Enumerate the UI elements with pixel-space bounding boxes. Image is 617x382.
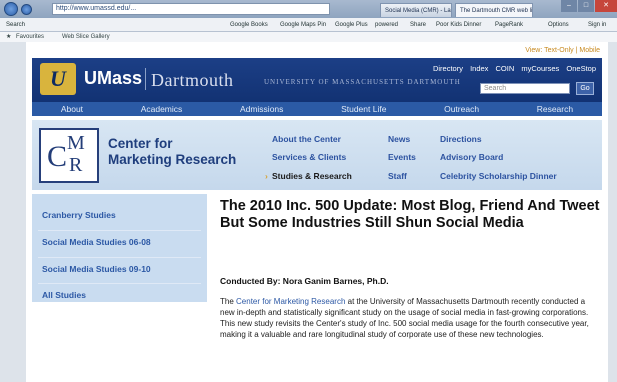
cmr-link[interactable]: Center for Marketing Research (236, 297, 345, 306)
article-byline: Conducted By: Nora Ganim Barnes, Ph.D. (220, 276, 389, 286)
umass-logo[interactable]: U (40, 63, 76, 95)
minimize-icon[interactable]: – (561, 0, 577, 12)
sidebar-item-all-studies[interactable]: All Studies (42, 290, 86, 300)
toolbar-item[interactable]: Sign in (588, 18, 606, 31)
cmr-logo[interactable]: C M R (39, 128, 99, 183)
cmr-nav-staff[interactable]: Staff (388, 171, 407, 181)
cmr-logo-r: R (69, 154, 83, 176)
util-link-mycourses[interactable]: myCourses (521, 64, 559, 73)
text-only-mobile-link[interactable]: View: Text-Only | Mobile (525, 47, 600, 54)
browser-tab-active[interactable]: The Dartmouth CMR web link... (455, 3, 533, 17)
divider (38, 230, 201, 231)
toolbar: Search Google Books Google Maps Pin Goog… (0, 18, 617, 32)
favorites-bar: ★ Favourites Web Slice Gallery (0, 32, 617, 42)
utility-links: Directory Index COIN myCourses OneStop (428, 64, 596, 73)
toolbar-item[interactable]: Google Maps Pin (280, 18, 326, 31)
web-page: View: Text-Only | Mobile U UMass Dartmou… (26, 42, 608, 382)
article-body: The Center for Marketing Research at the… (220, 296, 598, 340)
cmr-nav-studies[interactable]: Studies & Research (265, 171, 352, 181)
nav-admissions[interactable]: Admissions (240, 104, 283, 114)
divider (145, 68, 146, 90)
nav-academics[interactable]: Academics (141, 104, 183, 114)
util-link-index[interactable]: Index (470, 64, 488, 73)
toolbar-item[interactable]: Options (548, 18, 569, 31)
divider (38, 257, 201, 258)
divider (38, 283, 201, 284)
favorites-item[interactable]: Web Slice Gallery (62, 32, 110, 42)
address-bar[interactable]: http://www.umassd.edu/... (52, 3, 330, 15)
cmr-nav-directions[interactable]: Directions (440, 134, 482, 144)
cmr-nav-services[interactable]: Services & Clients (272, 152, 346, 162)
cmr-nav-celebrity[interactable]: Celebrity Scholarship Dinner (440, 171, 557, 181)
main-nav: About Academics Admissions Student Life … (32, 102, 602, 116)
cmr-logo-m: M (67, 132, 85, 154)
toolbar-item[interactable]: Share (410, 18, 426, 31)
body-text: The (220, 297, 237, 306)
cmr-nav-events[interactable]: Events (388, 152, 416, 162)
cmr-title: Center for Marketing Research (108, 136, 236, 168)
toolbar-item[interactable]: Search (6, 18, 25, 31)
article-headline: The 2010 Inc. 500 Update: Most Blog, Fri… (220, 198, 600, 231)
close-icon[interactable]: ✕ (595, 0, 617, 12)
sidebar-item-social-09-10[interactable]: Social Media Studies 09-10 (42, 264, 151, 274)
window-controls: – □ ✕ (560, 0, 617, 14)
search-input[interactable]: Search (480, 83, 570, 94)
umass-banner: U UMass Dartmouth UNIVERSITY OF MASSACHU… (32, 58, 602, 102)
campus-name: Dartmouth (151, 70, 234, 90)
star-icon[interactable]: ★ (6, 32, 11, 42)
cmr-logo-c: C (47, 140, 68, 173)
sidebar-item-social-06-08[interactable]: Social Media Studies 06-08 (42, 237, 151, 247)
browser-tab[interactable]: Social Media (CMR) - Largest... (380, 3, 452, 17)
cmr-title-line2: Marketing Research (108, 152, 237, 167)
nav-student-life[interactable]: Student Life (341, 104, 386, 114)
toolbar-item[interactable]: Poor Kids Dinner (436, 18, 481, 31)
umass-name: UMass (84, 68, 143, 88)
util-link-onestop[interactable]: OneStop (566, 64, 596, 73)
browser-window: http://www.umassd.edu/... Social Media (… (0, 0, 617, 382)
toolbar-item[interactable]: powered (375, 18, 398, 31)
cmr-header: C M R Center for Marketing Research Abou… (32, 120, 602, 190)
go-button[interactable]: Go (576, 82, 594, 95)
util-link-coin[interactable]: COIN (496, 64, 515, 73)
cmr-nav-advisory[interactable]: Advisory Board (440, 152, 503, 162)
util-link-directory[interactable]: Directory (433, 64, 463, 73)
cmr-nav-about[interactable]: About the Center (272, 134, 341, 144)
sidebar-item-cranberry[interactable]: Cranberry Studies (42, 210, 116, 220)
sidebar: Cranberry Studies Social Media Studies 0… (32, 194, 207, 302)
browser-tab-bar: http://www.umassd.edu/... Social Media (… (0, 0, 617, 18)
cmr-title-line1: Center for (108, 136, 173, 151)
maximize-icon[interactable]: □ (578, 0, 594, 12)
toolbar-item[interactable]: Google Books (230, 18, 268, 31)
cmr-nav-news[interactable]: News (388, 134, 410, 144)
nav-about[interactable]: About (61, 104, 83, 114)
top-links: View: Text-Only | Mobile (26, 42, 608, 58)
back-icon[interactable] (4, 2, 18, 16)
toolbar-item[interactable]: PageRank (495, 18, 523, 31)
nav-research[interactable]: Research (537, 104, 573, 114)
university-tagline: UNIVERSITY OF MASSACHUSETTS DARTMOUTH (264, 78, 461, 86)
toolbar-item[interactable]: Google Plus (335, 18, 368, 31)
forward-icon[interactable] (21, 4, 32, 15)
nav-outreach[interactable]: Outreach (444, 104, 479, 114)
favorites-item[interactable]: Favourites (16, 32, 44, 42)
